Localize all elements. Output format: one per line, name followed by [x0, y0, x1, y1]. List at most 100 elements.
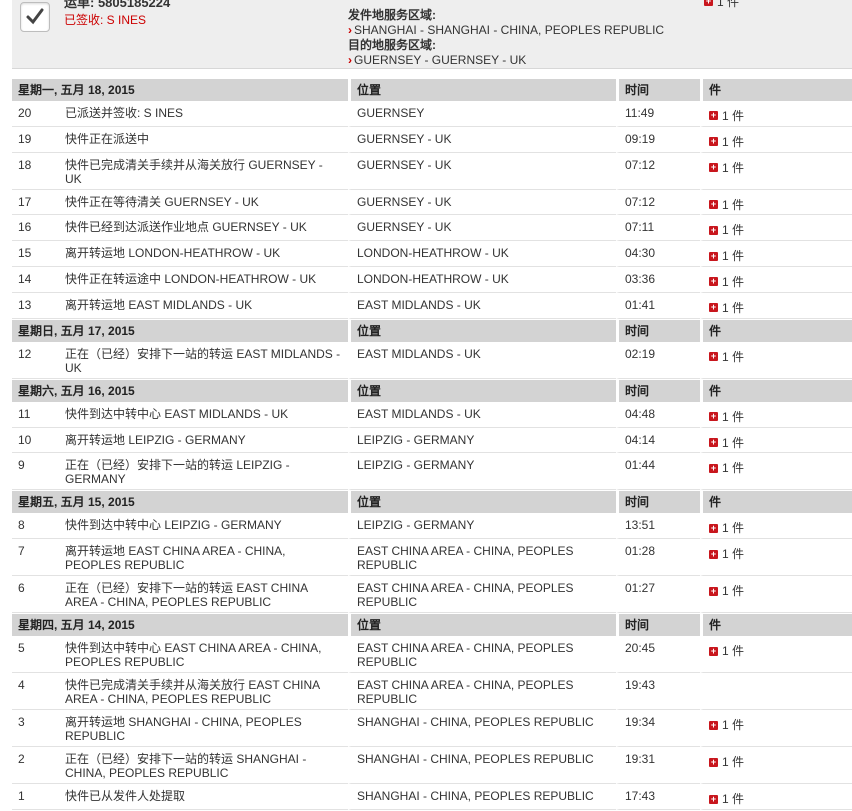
expand-plus-icon[interactable]: +: [709, 720, 718, 730]
table-row: 7 离开转运地 EAST CHINA AREA - CHINA, PEOPLES …: [12, 540, 852, 577]
event-number: 3: [12, 711, 60, 748]
event-time: 01:41: [616, 293, 700, 319]
event-pieces: +1 件: [700, 637, 852, 674]
event-number: 19: [12, 127, 60, 153]
event-pieces: +1 件: [700, 127, 852, 153]
pieces-count: 1 件: [722, 521, 745, 536]
pieces-count: 1 件: [722, 584, 745, 599]
expand-plus-icon[interactable]: +: [704, 0, 713, 6]
pieces-toggle[interactable]: +1 件: [709, 460, 744, 475]
event-location: EAST MIDLANDS - UK: [348, 402, 616, 428]
pieces-count: 1 件: [722, 134, 745, 149]
event-time: 19:43: [616, 674, 700, 711]
event-time: 17:43: [616, 785, 700, 811]
table-row: 16 快件已经到达派送作业地点 GUERNSEY - UK GUERNSEY - U…: [12, 216, 852, 242]
expand-plus-icon[interactable]: +: [709, 463, 718, 473]
table-row: 5 快件到达中转中心 EAST CHINA AREA - CHINA, PEOPL…: [12, 637, 852, 674]
event-location: EAST CHINA AREA - CHINA, PEOPLES REPUBLI…: [348, 674, 616, 711]
event-location: EAST CHINA AREA - CHINA, PEOPLES REPUBLI…: [348, 540, 616, 577]
time-column-header: 时间: [616, 379, 700, 402]
table-row: 20 已派送并签收: S INES GUERNSEY 11:49 +1 件: [12, 102, 852, 127]
location-column-header: 位置: [348, 491, 616, 514]
pieces-toggle[interactable]: +1 件: [709, 349, 744, 364]
pieces-toggle[interactable]: +1 件: [709, 300, 744, 315]
event-number: 5: [12, 637, 60, 674]
expand-plus-icon[interactable]: +: [709, 757, 718, 767]
event-pieces: +1 件: [700, 153, 852, 190]
expand-plus-icon[interactable]: +: [709, 251, 718, 261]
event-time: 07:11: [616, 216, 700, 242]
day-date: 星期六, 五月 16, 2015: [12, 379, 348, 402]
event-pieces: [700, 674, 852, 711]
pieces-toggle[interactable]: +1 件: [709, 546, 744, 561]
expand-plus-icon[interactable]: +: [709, 199, 718, 209]
pieces-toggle[interactable]: +1 件: [709, 754, 744, 769]
pieces-count: 1 件: [722, 435, 745, 450]
pieces-toggle[interactable]: +1 件: [709, 108, 744, 123]
event-location: EAST MIDLANDS - UK: [348, 293, 616, 319]
event-number: 2: [12, 748, 60, 785]
event-time: 01:44: [616, 454, 700, 491]
signed-by: 已签收: S INES: [64, 13, 147, 27]
event-time: 03:36: [616, 268, 700, 293]
pieces-count: 1 件: [722, 644, 745, 659]
pieces-toggle[interactable]: +1 件: [709, 222, 744, 237]
event-location: LEIPZIG - GERMANY: [348, 514, 616, 540]
event-time: 09:19: [616, 127, 700, 153]
expand-plus-icon[interactable]: +: [709, 549, 718, 559]
event-time: 04:48: [616, 402, 700, 428]
pieces-toggle[interactable]: +1 件: [709, 583, 745, 599]
pieces-toggle[interactable]: +1 件: [709, 520, 745, 536]
event-description: 快件正在等待清关 GUERNSEY - UK: [60, 190, 348, 216]
event-pieces: +1 件: [700, 748, 852, 785]
expand-plus-icon[interactable]: +: [709, 352, 718, 362]
event-location: SHANGHAI - CHINA, PEOPLES REPUBLIC: [348, 748, 616, 785]
expand-plus-icon[interactable]: +: [709, 277, 718, 287]
pieces-toggle[interactable]: +1 件: [709, 643, 745, 659]
pieces-toggle[interactable]: +1 件: [709, 791, 745, 807]
event-number: 14: [12, 268, 60, 293]
event-description: 快件到达中转中心 EAST CHINA AREA - CHINA, PEOPLE…: [60, 637, 348, 674]
day-date: 星期四, 五月 14, 2015: [12, 614, 348, 637]
event-pieces: +1 件: [700, 428, 852, 454]
expand-plus-icon[interactable]: +: [709, 794, 718, 804]
pieces-toggle[interactable]: +1 件: [709, 160, 744, 174]
event-pieces: +1 件: [700, 102, 852, 127]
expand-plus-icon[interactable]: +: [709, 646, 718, 656]
event-description: 正在（已经）安排下一站的转运 LEIPZIG - GERMANY: [60, 454, 348, 491]
expand-plus-icon[interactable]: +: [709, 303, 718, 313]
time-column-header: 时间: [616, 79, 700, 101]
expand-plus-icon[interactable]: +: [709, 412, 718, 422]
table-row: 3 离开转运地 SHANGHAI - CHINA, PEOPLES REPUBLI…: [12, 711, 852, 748]
expand-plus-icon[interactable]: +: [709, 523, 718, 533]
event-location: SHANGHAI - CHINA, PEOPLES REPUBLIC: [348, 785, 616, 811]
pieces-toggle[interactable]: +1 件: [709, 248, 744, 263]
expand-plus-icon[interactable]: +: [709, 225, 718, 235]
event-number: 12: [12, 342, 60, 379]
pieces-toggle[interactable]: +1 件: [709, 409, 744, 424]
event-description: 离开转运地 SHANGHAI - CHINA, PEOPLES REPUBLIC: [60, 711, 348, 748]
pieces-column-header: 件: [700, 491, 852, 514]
table-row: 18 快件已完成清关手续并从海关放行 GUERNSEY - UK GUERNSEY …: [12, 153, 852, 190]
event-pieces: +1 件: [700, 242, 852, 268]
expand-plus-icon[interactable]: +: [709, 137, 718, 147]
event-number: 10: [12, 428, 60, 454]
pieces-toggle[interactable]: +1 件: [709, 717, 744, 732]
event-pieces: +1 件: [700, 711, 852, 748]
pieces-toggle[interactable]: +1 件: [709, 197, 744, 211]
pieces-toggle[interactable]: +1 件: [709, 134, 745, 149]
event-location: EAST CHINA AREA - CHINA, PEOPLES REPUBLI…: [348, 637, 616, 674]
expand-plus-icon[interactable]: +: [709, 162, 718, 172]
table-row: 19 快件正在派送中 GUERNSEY - UK 09:19 +1 件: [12, 127, 852, 153]
pieces-toggle[interactable]: +1 件: [709, 274, 744, 289]
expand-plus-icon[interactable]: +: [709, 586, 718, 596]
event-time: 07:12: [616, 153, 700, 190]
event-pieces: +1 件: [700, 293, 852, 319]
expand-plus-icon[interactable]: +: [709, 111, 718, 121]
pieces-count: 1 件: [722, 792, 745, 807]
event-pieces: +1 件: [700, 540, 852, 577]
waybill-number: 运单: 5805185224: [64, 0, 171, 10]
expand-plus-icon[interactable]: +: [709, 437, 718, 447]
pieces-toggle[interactable]: +1 件: [709, 435, 744, 449]
summary-pieces[interactable]: +1 件: [704, 0, 739, 10]
